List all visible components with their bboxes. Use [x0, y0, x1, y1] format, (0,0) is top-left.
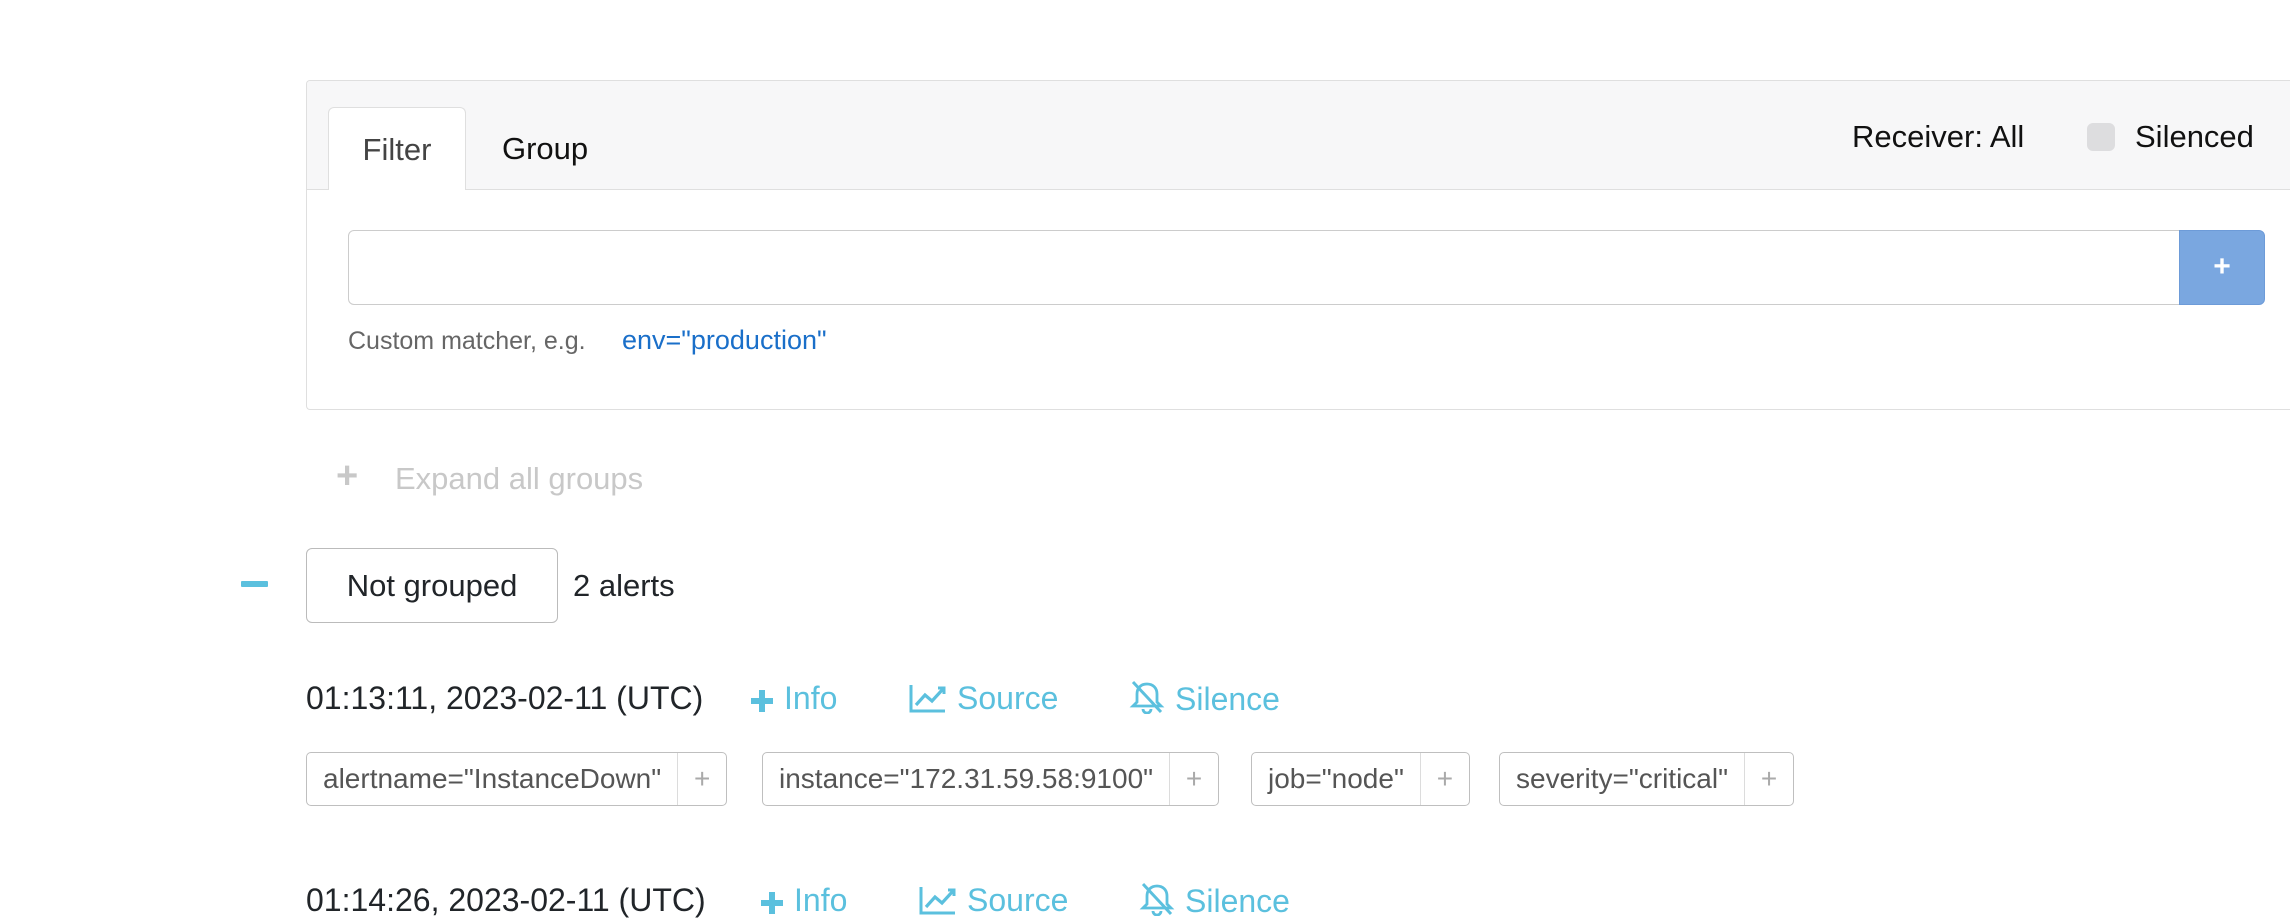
plus-icon	[751, 690, 773, 712]
add-label-filter-button[interactable]: +	[677, 753, 726, 805]
silence-label: Silence	[1185, 883, 1290, 919]
add-label-filter-button[interactable]: +	[1744, 753, 1793, 805]
silenced-label[interactable]: Silenced	[2135, 119, 2254, 155]
tab-filter[interactable]: Filter	[328, 107, 466, 190]
add-filter-button[interactable]: +	[2179, 230, 2265, 305]
silence-label: Silence	[1175, 681, 1280, 717]
group-alert-count: 2 alerts	[573, 568, 675, 603]
receiver-dropdown[interactable]: Receiver: All	[1852, 119, 2024, 155]
source-button[interactable]: Source	[919, 882, 1068, 919]
filter-hint-example[interactable]: env="production"	[622, 325, 827, 356]
bell-slash-icon	[1139, 882, 1175, 917]
expand-all-groups-button[interactable]: Expand all groups	[395, 461, 643, 497]
silence-button[interactable]: Silence	[1129, 680, 1280, 718]
bell-slash-icon	[1129, 680, 1165, 715]
source-label: Source	[957, 680, 1059, 716]
source-label: Source	[967, 882, 1069, 918]
group-name-button[interactable]: Not grouped	[306, 548, 558, 623]
label-text: alertname="InstanceDown"	[323, 763, 662, 794]
silenced-checkbox[interactable]	[2087, 123, 2115, 151]
filter-input[interactable]	[348, 230, 2180, 305]
label-chip-job: job="node" +	[1251, 752, 1470, 806]
label-chip-alertname: alertname="InstanceDown" +	[306, 752, 728, 806]
add-label-filter-button[interactable]: +	[1419, 753, 1469, 805]
label-text: severity="critical"	[1516, 763, 1729, 794]
label-chip-instance: instance="172.31.59.58:9100" +	[762, 752, 1220, 806]
line-chart-icon	[909, 685, 946, 713]
add-label-filter-button[interactable]: +	[1169, 753, 1218, 805]
label-text: job="node"	[1268, 763, 1404, 794]
label-text: instance="172.31.59.58:9100"	[779, 763, 1154, 794]
info-label: Info	[784, 680, 838, 716]
plus-icon	[761, 892, 783, 914]
line-chart-icon	[919, 887, 956, 915]
alert-timestamp: 01:14:26, 2023-02-11 (UTC)	[306, 882, 706, 918]
silence-button[interactable]: Silence	[1139, 882, 1290, 920]
filter-card: Filter Group Receiver: All Silenced + Cu…	[306, 80, 2290, 410]
filter-card-header: Filter Group Receiver: All Silenced	[307, 81, 2290, 190]
source-button[interactable]: Source	[909, 680, 1058, 717]
minus-icon[interactable]	[241, 581, 268, 587]
info-button[interactable]: Info	[760, 882, 847, 919]
info-button[interactable]: Info	[750, 680, 837, 717]
filter-hint: Custom matcher, e.g.	[348, 327, 586, 355]
alert-timestamp: 01:13:11, 2023-02-11 (UTC)	[306, 680, 704, 716]
tab-group[interactable]: Group	[502, 107, 588, 189]
label-chip-severity: severity="critical" +	[1499, 752, 1795, 806]
plus-icon[interactable]: +	[336, 455, 358, 498]
info-label: Info	[794, 882, 848, 918]
